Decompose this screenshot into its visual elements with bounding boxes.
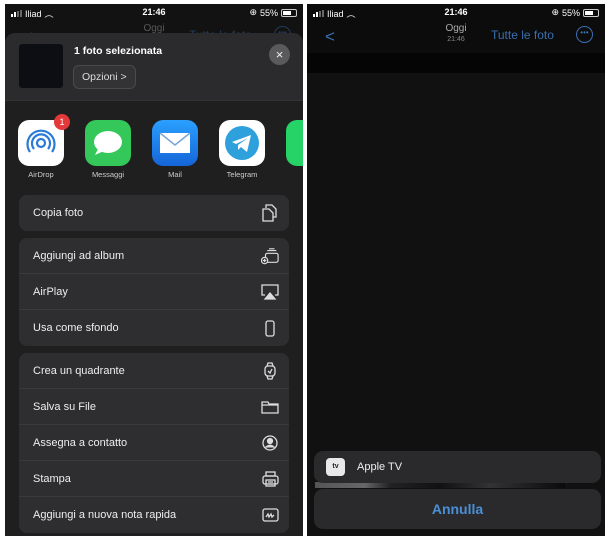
mail-icon <box>152 120 198 166</box>
app-label: Messaggi <box>91 170 125 179</box>
action-print[interactable]: Stampa <box>19 461 289 497</box>
action-quick-note[interactable]: Aggiungi a nuova nota rapida <box>19 497 289 533</box>
photo-thumbnail <box>19 44 63 88</box>
printer-icon <box>261 470 279 488</box>
action-label: Assegna a contatto <box>33 437 128 449</box>
notification-badge: 1 <box>54 114 70 130</box>
telegram-icon <box>219 120 265 166</box>
share-sheet: 1 foto selezionata Opzioni > × 1 AirDrop… <box>5 33 303 536</box>
action-label: Aggiungi ad album <box>33 250 125 262</box>
options-button[interactable]: Opzioni > <box>73 65 136 89</box>
photo-top-band <box>307 53 605 73</box>
action-label: Copia foto <box>33 207 84 219</box>
app-row: 1 AirDrop Messaggi Mail Telegram Wh <box>5 114 303 192</box>
action-label: Stampa <box>33 473 71 485</box>
close-icon[interactable]: × <box>269 44 290 65</box>
action-group-2: Aggiungi ad album AirPlay Usa come sfond… <box>19 238 289 346</box>
orientation-lock-icon: ⊕ <box>249 7 257 17</box>
action-label: Salva su File <box>33 401 96 413</box>
airplay-screen: Iliad ︵ 21:46 ⊕ 55% < Oggi 21:46 Tutte le … <box>307 4 605 536</box>
airdrop-icon: 1 <box>18 114 70 166</box>
folder-icon <box>261 398 279 416</box>
action-save-file[interactable]: Salva su File <box>19 389 289 425</box>
action-assign-contact[interactable]: Assegna a contatto <box>19 425 289 461</box>
phone-icon <box>261 319 279 337</box>
battery-percent: 55% <box>561 7 580 18</box>
whatsapp-icon <box>286 120 303 166</box>
app-label: Mail <box>168 170 182 179</box>
status-bar: Iliad ︵ 21:46 ⊕ 55% <box>5 4 303 21</box>
app-label: Telegram <box>226 170 258 179</box>
selection-title: 1 foto selezionata <box>74 45 163 57</box>
nav-bar: < Oggi 21:46 Tutte le foto ••• <box>307 21 605 53</box>
watch-icon <box>261 362 279 380</box>
app-telegram[interactable]: Telegram <box>212 120 272 179</box>
more-icon[interactable]: ••• <box>576 26 593 43</box>
action-group-3: Crea un quadrante Salva su File Assegna … <box>19 353 289 533</box>
quick-note-icon <box>261 506 279 524</box>
device-label: Apple TV <box>357 461 403 473</box>
airplay-icon <box>261 283 279 301</box>
share-header: 1 foto selezionata Opzioni > × <box>5 33 303 101</box>
battery-icon <box>583 8 599 17</box>
battery-icon <box>281 8 297 17</box>
action-watch-face[interactable]: Crea un quadrante <box>19 353 289 389</box>
action-add-album[interactable]: Aggiungi ad album <box>19 238 289 274</box>
airplay-device-apple-tv[interactable]: tv Apple TV <box>314 451 601 483</box>
app-label: AirDrop <box>28 170 54 179</box>
status-bar: Iliad ︵ 21:46 ⊕ 55% <box>307 4 605 21</box>
all-photos-link[interactable]: Tutte le foto <box>491 28 554 42</box>
app-airdrop[interactable]: 1 AirDrop <box>11 114 71 179</box>
add-album-icon <box>261 247 279 265</box>
action-label: Aggiungi a nuova nota rapida <box>33 509 177 521</box>
app-messages[interactable]: Messaggi <box>78 120 138 179</box>
apple-tv-icon: tv <box>326 458 345 476</box>
nav-title: Oggi <box>445 23 467 34</box>
contact-icon <box>261 434 279 452</box>
share-sheet-screen: Iliad︵ 21:46 ⊕55% < Oggi Tutte le foto •… <box>5 4 303 536</box>
action-airplay[interactable]: AirPlay <box>19 274 289 310</box>
action-copy-photo[interactable]: Copia foto <box>19 195 289 231</box>
battery-percent: 55% <box>259 7 278 18</box>
messages-icon <box>85 120 131 166</box>
copy-icon <box>261 204 279 222</box>
action-label: Crea un quadrante <box>33 365 125 377</box>
app-mail[interactable]: Mail <box>145 120 205 179</box>
action-label: Usa come sfondo <box>33 322 119 334</box>
orientation-lock-icon: ⊕ <box>551 7 559 17</box>
action-label: AirPlay <box>33 286 68 298</box>
cancel-button[interactable]: Annulla <box>314 489 601 529</box>
nav-subtitle: 21:46 <box>447 36 465 43</box>
action-wallpaper[interactable]: Usa come sfondo <box>19 310 289 346</box>
app-label: Wh <box>279 170 303 179</box>
action-group-1: Copia foto <box>19 195 289 231</box>
app-whatsapp[interactable]: Wh <box>279 120 303 179</box>
